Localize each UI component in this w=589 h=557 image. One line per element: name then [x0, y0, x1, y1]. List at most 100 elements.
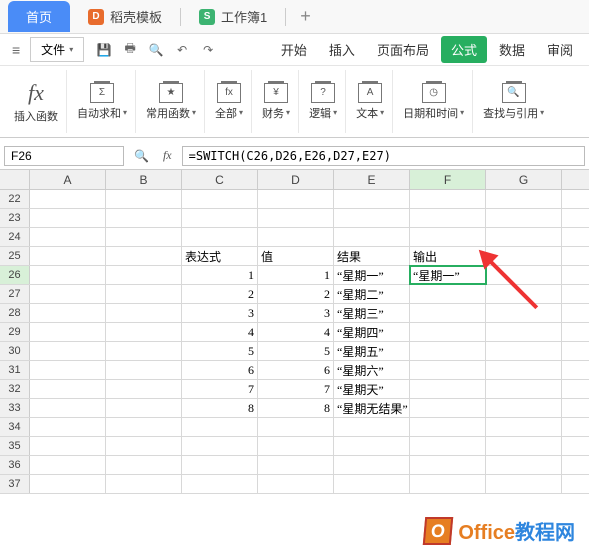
ribbon-lookup[interactable]: 🔍 查找与引用▾: [475, 70, 552, 133]
cell-C23[interactable]: [182, 209, 258, 227]
cell-C25[interactable]: 表达式: [182, 247, 258, 265]
cell-F33[interactable]: [410, 399, 486, 417]
cell-G32[interactable]: [486, 380, 562, 398]
cell-E28[interactable]: “星期三”: [334, 304, 410, 322]
menu-data[interactable]: 数据: [489, 36, 535, 63]
cell-G29[interactable]: [486, 323, 562, 341]
cell-G34[interactable]: [486, 418, 562, 436]
cell-D29[interactable]: 4: [258, 323, 334, 341]
cell-B23[interactable]: [106, 209, 182, 227]
cell-B24[interactable]: [106, 228, 182, 246]
cell-A29[interactable]: [30, 323, 106, 341]
cell-C35[interactable]: [182, 437, 258, 455]
cell-G36[interactable]: [486, 456, 562, 474]
cell-D37[interactable]: [258, 475, 334, 493]
fx-label[interactable]: fx: [159, 148, 176, 163]
col-header-D[interactable]: D: [258, 170, 334, 189]
ribbon-insert-function[interactable]: fx 插入函数: [6, 70, 67, 133]
row-header[interactable]: 24: [0, 228, 30, 246]
cell-G28[interactable]: [486, 304, 562, 322]
cell-B35[interactable]: [106, 437, 182, 455]
cell-F27[interactable]: [410, 285, 486, 303]
formula-input[interactable]: =SWITCH(C26,D26,E26,D27,E27): [182, 146, 585, 166]
cell-A27[interactable]: [30, 285, 106, 303]
cell-F29[interactable]: [410, 323, 486, 341]
cell-C34[interactable]: [182, 418, 258, 436]
ribbon-text[interactable]: A 文本▾: [348, 70, 393, 133]
menu-start[interactable]: 开始: [271, 36, 317, 63]
cell-D31[interactable]: 6: [258, 361, 334, 379]
menu-review[interactable]: 审阅: [537, 36, 583, 63]
cell-C36[interactable]: [182, 456, 258, 474]
cell-D35[interactable]: [258, 437, 334, 455]
cell-C30[interactable]: 5: [182, 342, 258, 360]
cell-E30[interactable]: “星期五”: [334, 342, 410, 360]
cell-F24[interactable]: [410, 228, 486, 246]
cell-E33[interactable]: “星期无结果”: [334, 399, 410, 417]
cell-G31[interactable]: [486, 361, 562, 379]
cell-E23[interactable]: [334, 209, 410, 227]
ribbon-autosum[interactable]: Σ 自动求和▾: [69, 70, 136, 133]
cell-F30[interactable]: [410, 342, 486, 360]
cell-B33[interactable]: [106, 399, 182, 417]
cell-C22[interactable]: [182, 190, 258, 208]
cell-F22[interactable]: [410, 190, 486, 208]
undo-icon[interactable]: ↶: [174, 42, 190, 58]
cell-C29[interactable]: 4: [182, 323, 258, 341]
menu-formula[interactable]: 公式: [441, 36, 487, 63]
ribbon-logic[interactable]: ? 逻辑▾: [301, 70, 346, 133]
ribbon-all[interactable]: fx 全部▾: [207, 70, 252, 133]
col-header-B[interactable]: B: [106, 170, 182, 189]
cell-F35[interactable]: [410, 437, 486, 455]
cell-B30[interactable]: [106, 342, 182, 360]
cell-A35[interactable]: [30, 437, 106, 455]
cell-C31[interactable]: 6: [182, 361, 258, 379]
cell-D28[interactable]: 3: [258, 304, 334, 322]
cell-B28[interactable]: [106, 304, 182, 322]
cell-C32[interactable]: 7: [182, 380, 258, 398]
cell-F31[interactable]: [410, 361, 486, 379]
cell-A26[interactable]: [30, 266, 106, 284]
cell-G33[interactable]: [486, 399, 562, 417]
row-header[interactable]: 32: [0, 380, 30, 398]
cell-A23[interactable]: [30, 209, 106, 227]
preview-icon[interactable]: 🔍: [148, 42, 164, 58]
cell-B37[interactable]: [106, 475, 182, 493]
name-box[interactable]: F26: [4, 146, 124, 166]
cell-B29[interactable]: [106, 323, 182, 341]
tab-add[interactable]: +: [286, 6, 325, 27]
ribbon-common[interactable]: ★ 常用函数▾: [138, 70, 205, 133]
tab-workbook[interactable]: S工作簿1: [181, 1, 285, 32]
cell-B25[interactable]: [106, 247, 182, 265]
cell-F37[interactable]: [410, 475, 486, 493]
col-header-F[interactable]: F: [410, 170, 486, 189]
row-header[interactable]: 34: [0, 418, 30, 436]
cell-D22[interactable]: [258, 190, 334, 208]
cell-G22[interactable]: [486, 190, 562, 208]
cell-E26[interactable]: “星期一”: [334, 266, 410, 284]
cell-E36[interactable]: [334, 456, 410, 474]
cell-A33[interactable]: [30, 399, 106, 417]
row-header[interactable]: 28: [0, 304, 30, 322]
cell-B36[interactable]: [106, 456, 182, 474]
cell-G30[interactable]: [486, 342, 562, 360]
row-header[interactable]: 31: [0, 361, 30, 379]
cell-D33[interactable]: 8: [258, 399, 334, 417]
cell-D32[interactable]: 7: [258, 380, 334, 398]
ribbon-datetime[interactable]: ◷ 日期和时间▾: [395, 70, 473, 133]
row-header[interactable]: 35: [0, 437, 30, 455]
row-header[interactable]: 23: [0, 209, 30, 227]
menu-insert[interactable]: 插入: [319, 36, 365, 63]
print-icon[interactable]: 🖶: [122, 42, 138, 58]
cell-C37[interactable]: [182, 475, 258, 493]
row-header[interactable]: 30: [0, 342, 30, 360]
select-all-corner[interactable]: [0, 170, 30, 189]
file-menu[interactable]: 文件▾: [30, 37, 84, 62]
col-header-A[interactable]: A: [30, 170, 106, 189]
cell-A31[interactable]: [30, 361, 106, 379]
cell-A34[interactable]: [30, 418, 106, 436]
row-header[interactable]: 29: [0, 323, 30, 341]
row-header[interactable]: 37: [0, 475, 30, 493]
tab-template[interactable]: D稻壳模板: [70, 1, 180, 32]
menu-layout[interactable]: 页面布局: [367, 36, 439, 63]
